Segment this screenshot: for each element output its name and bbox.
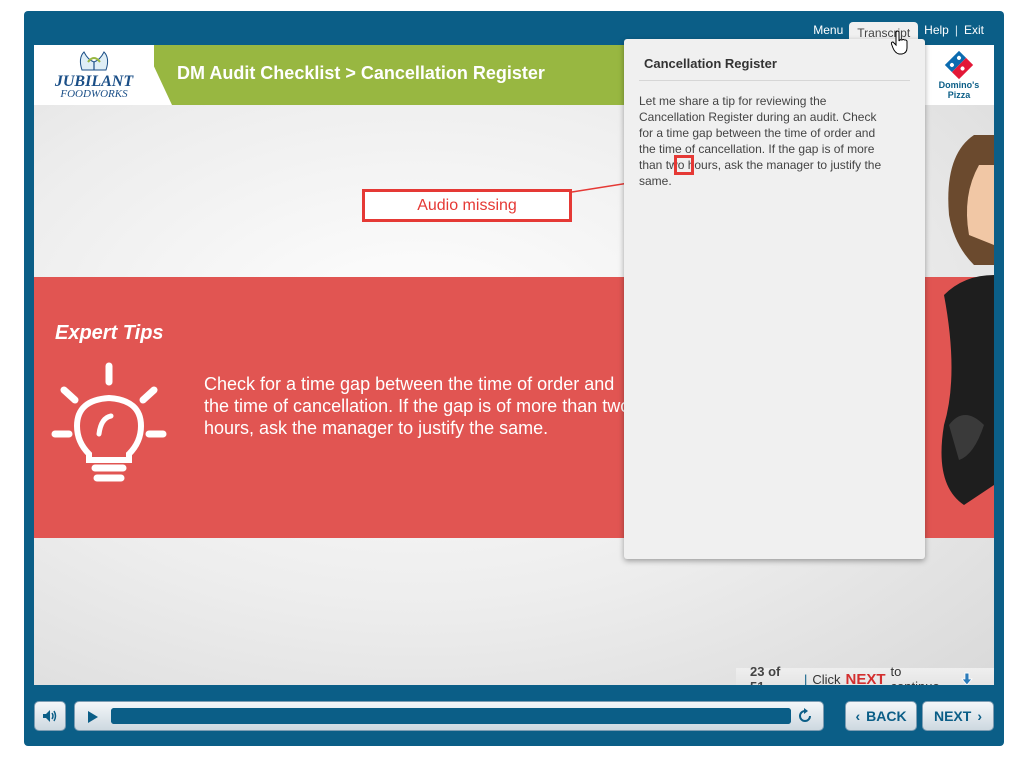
- transcript-title: Cancellation Register: [644, 56, 777, 71]
- menu-link[interactable]: Menu: [807, 23, 849, 37]
- tips-heading: Expert Tips: [55, 322, 164, 344]
- dominos-tile-icon: [944, 50, 974, 80]
- help-link[interactable]: Help: [918, 23, 955, 37]
- chevron-right-icon: ›: [977, 708, 982, 724]
- progress-separator: |: [803, 671, 808, 686]
- back-button[interactable]: ‹ BACK: [845, 701, 917, 731]
- back-label: BACK: [866, 708, 907, 724]
- audio-missing-annotation: Audio missing: [362, 189, 572, 222]
- volume-button[interactable]: [34, 701, 66, 731]
- down-arrow-icon: [961, 672, 973, 685]
- page-title: DM Audit Checklist > Cancellation Regist…: [177, 63, 545, 83]
- next-label: NEXT: [933, 708, 972, 724]
- transcript-divider: [639, 80, 910, 81]
- progress-info: 23 of 51 | Click NEXT to continue.: [736, 664, 994, 686]
- bird-logo-icon: [79, 51, 109, 71]
- logo-brand-line2: FOODWORKS: [60, 88, 128, 100]
- seek-progress-fill: [111, 708, 791, 724]
- volume-icon: [43, 710, 57, 722]
- slide-counter: 23 of 51: [750, 664, 781, 685]
- tips-line: the time of cancellation. If the gap is …: [204, 396, 631, 416]
- player-controls: ‹ BACK NEXT ›: [34, 701, 994, 733]
- dominos-name: Domino's: [938, 80, 980, 90]
- dominos-logo: Domino's Pizza: [924, 45, 994, 105]
- tips-line: hours, ask the manager to justify the sa…: [204, 418, 549, 438]
- next-button[interactable]: NEXT ›: [922, 701, 994, 731]
- lightbulb-icon: [51, 362, 167, 482]
- playback-bar: [74, 701, 824, 731]
- dominos-name-line2: Pizza: [947, 90, 971, 100]
- chevron-left-icon: ‹: [855, 708, 861, 724]
- logo-brand-line1: JUBILANT: [54, 73, 134, 90]
- tips-line: Check for a time gap between the time of…: [204, 374, 615, 394]
- continue-suffix: to continue.: [890, 664, 944, 685]
- exit-link[interactable]: Exit: [958, 23, 990, 37]
- tips-text: Check for a time gap between the time of…: [204, 373, 654, 439]
- continue-prefix: Click: [812, 671, 841, 686]
- transcript-panel: Cancellation Register Let me share a tip…: [624, 39, 925, 559]
- jubilant-logo: JUBILANT FOODWORKS: [34, 45, 154, 105]
- highlight-marker: [674, 155, 694, 175]
- replay-icon[interactable]: [797, 708, 813, 724]
- seek-slider[interactable]: [111, 708, 791, 724]
- hand-cursor-icon: [890, 30, 908, 55]
- next-highlight: NEXT: [845, 670, 886, 686]
- play-icon[interactable]: [87, 710, 99, 724]
